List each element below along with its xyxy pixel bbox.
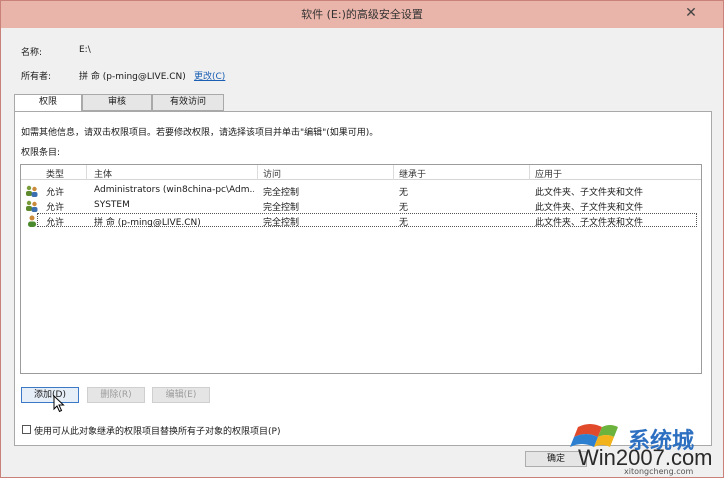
column-inherited-from[interactable]: 继承于 [399, 167, 426, 180]
cell-applies-to: 此文件夹、子文件夹和文件 [535, 203, 644, 213]
cell-access: 完全控制 [263, 203, 300, 213]
cell-principal: Administrators (win8china-pc\Adm... [94, 185, 254, 195]
tab-auditing[interactable]: 审核 [82, 94, 152, 111]
table-row[interactable]: 允许 SYSTEM 完全控制 无 此文件夹、子文件夹和文件 [21, 199, 701, 213]
watermark-domain: xitongcheng.com [624, 467, 694, 476]
table-row[interactable]: 允许 Administrators (win8china-pc\Adm... 完… [21, 184, 701, 198]
cell-access: 完全控制 [263, 218, 300, 228]
cell-access: 完全控制 [263, 188, 300, 198]
column-access[interactable]: 访问 [263, 167, 281, 180]
user-group-icon [26, 185, 38, 197]
list-header: 类型 主体 访问 继承于 应用于 [21, 165, 701, 180]
permission-entries-list[interactable]: 类型 主体 访问 继承于 应用于 允许 Administrators (win8… [20, 164, 702, 374]
cell-type: 允许 [46, 203, 65, 213]
tab-effective-access[interactable]: 有效访问 [152, 94, 224, 111]
tab-strip: 权限 审核 有效访问 [14, 94, 314, 112]
security-settings-window: 软件 (E:)的高级安全设置 ✕ 名称: E:\ 所有者: 拼 命 (p-min… [0, 0, 724, 478]
column-principal[interactable]: 主体 [94, 167, 112, 180]
cell-inherited-from: 无 [399, 188, 409, 198]
window-title: 软件 (E:)的高级安全设置 [301, 8, 423, 21]
column-type[interactable]: 类型 [46, 167, 64, 180]
column-applies-to[interactable]: 应用于 [535, 167, 562, 180]
change-owner-link[interactable]: 更改(C) [194, 69, 225, 82]
cell-applies-to: 此文件夹、子文件夹和文件 [535, 188, 644, 198]
entries-label: 权限条目: [21, 148, 61, 158]
remove-button[interactable]: 删除(R) [87, 387, 145, 403]
table-row[interactable]: 允许 拼 命 (p-ming@LIVE.CN) 完全控制 无 此文件夹、子文件夹… [21, 213, 701, 228]
edit-button[interactable]: 编辑(E) [152, 387, 210, 403]
cell-inherited-from: 无 [399, 203, 409, 213]
add-button[interactable]: 添加(D) [21, 387, 79, 403]
close-icon: ✕ [685, 5, 697, 21]
name-label: 名称: [21, 48, 43, 58]
user-group-icon [26, 200, 38, 212]
cell-principal: 拼 命 (p-ming@LIVE.CN) [94, 218, 201, 228]
replace-child-permissions-checkbox[interactable] [22, 425, 31, 434]
tab-permissions[interactable]: 权限 [14, 94, 82, 112]
cell-principal: SYSTEM [94, 200, 130, 210]
site-watermark: 系统城 Win2007.com xitongcheng.com [566, 421, 724, 478]
owner-value: 拼 命 (p-ming@LIVE.CN) [79, 72, 186, 82]
cell-applies-to: 此文件夹、子文件夹和文件 [535, 218, 644, 228]
owner-label: 所有者: [21, 72, 52, 82]
cell-type: 允许 [46, 188, 65, 198]
name-value: E:\ [79, 45, 91, 55]
replace-child-permissions-label: 使用可从此对象继承的权限项目替换所有子对象的权限项目(P) [34, 427, 281, 437]
instructions-text: 如需其他信息，请双击权限项目。若要修改权限，请选择该项目并单击"编辑"(如果可用… [21, 128, 379, 138]
title-bar[interactable]: 软件 (E:)的高级安全设置 ✕ [1, 1, 723, 28]
cell-inherited-from: 无 [399, 218, 409, 228]
close-button[interactable]: ✕ [666, 3, 716, 23]
cell-type: 允许 [46, 218, 65, 228]
mouse-cursor-icon [53, 395, 65, 413]
